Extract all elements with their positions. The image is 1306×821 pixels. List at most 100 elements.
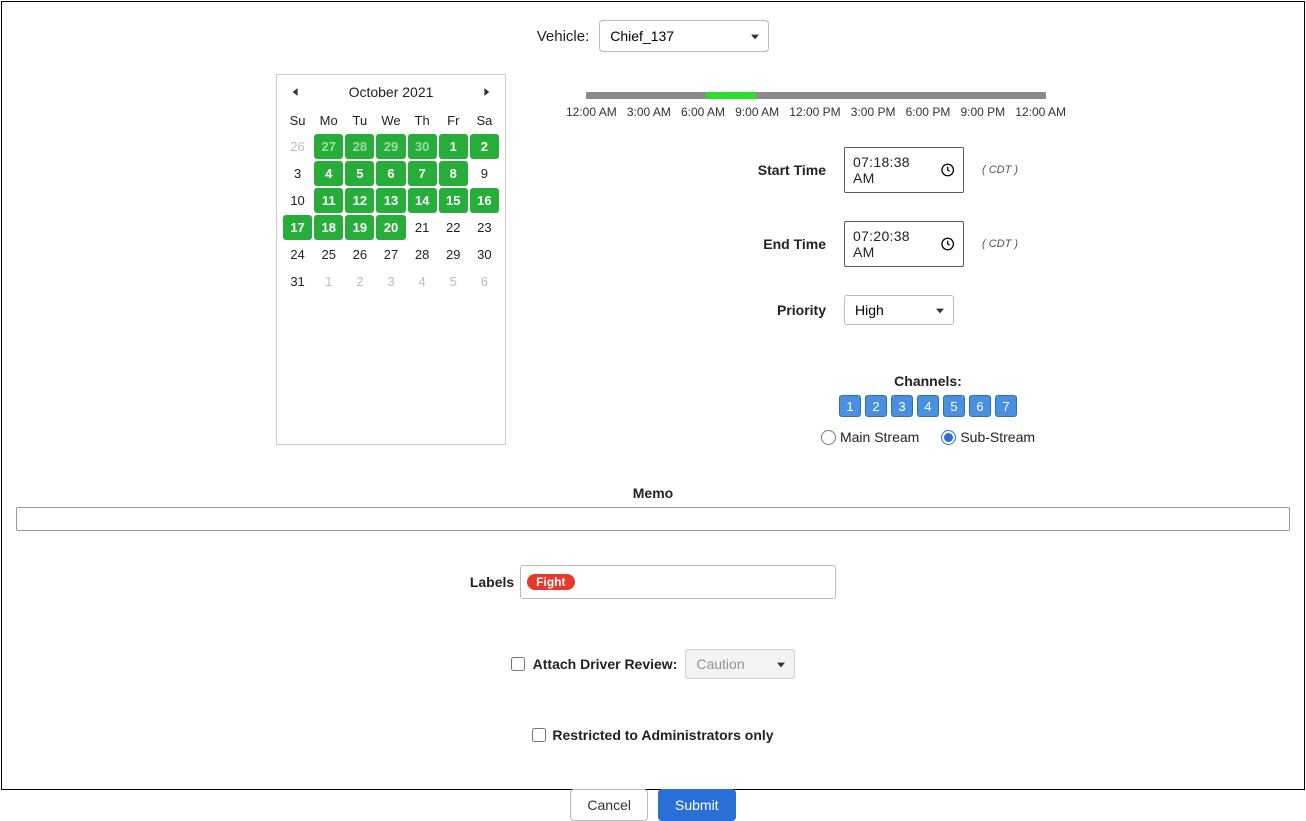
labels-label: Labels	[470, 574, 514, 590]
end-time-input[interactable]: 07:20:38 AM	[844, 221, 964, 267]
channel-button[interactable]: 2	[865, 395, 887, 417]
calendar-next-button[interactable]	[477, 83, 495, 101]
calendar-day[interactable]: 4	[408, 269, 437, 294]
channel-button[interactable]: 4	[917, 395, 939, 417]
start-time-input[interactable]: 07:18:38 AM	[844, 147, 964, 193]
calendar-day[interactable]: 19	[345, 215, 374, 240]
calendar-day[interactable]: 16	[470, 188, 499, 213]
calendar-day[interactable]: 29	[439, 242, 468, 267]
calendar-day[interactable]: 30	[408, 134, 437, 159]
calendar-day[interactable]: 6	[470, 269, 499, 294]
timeline-bar[interactable]	[586, 92, 1046, 99]
calendar-day[interactable]: 3	[283, 161, 312, 186]
time-column: 12:00 AM3:00 AM6:00 AM9:00 AM12:00 PM3:0…	[566, 74, 1290, 445]
memo-block: Memo	[16, 485, 1290, 531]
timeline-tick: 12:00 PM	[789, 105, 840, 119]
sub-stream-label: Sub-Stream	[960, 429, 1035, 445]
channel-button[interactable]: 6	[969, 395, 991, 417]
calendar-day[interactable]: 29	[376, 134, 405, 159]
calendar-day[interactable]: 22	[439, 215, 468, 240]
calendar-day[interactable]: 1	[439, 134, 468, 159]
restrict-label: Restricted to Administrators only	[552, 727, 773, 743]
clock-icon	[940, 236, 955, 252]
stream-row: Main Stream Sub-Stream	[566, 429, 1290, 445]
timeline-tick: 3:00 AM	[627, 105, 671, 119]
end-time-tz: ( CDT )	[982, 238, 1018, 250]
calendar-dow: We	[376, 109, 405, 132]
calendar-day[interactable]: 12	[345, 188, 374, 213]
end-time-row: End Time 07:20:38 AM ( CDT )	[566, 221, 1290, 267]
calendar-day[interactable]: 31	[283, 269, 312, 294]
channels-label: Channels:	[566, 373, 1290, 389]
timeline-segment	[706, 92, 757, 99]
calendar-day[interactable]: 18	[314, 215, 343, 240]
calendar-day[interactable]: 26	[283, 134, 312, 159]
calendar-grid: SuMoTuWeThFrSa26272829301234567891011121…	[277, 109, 505, 294]
calendar-day[interactable]: 23	[470, 215, 499, 240]
cancel-button[interactable]: Cancel	[570, 789, 648, 821]
memo-label: Memo	[16, 485, 1290, 501]
memo-input[interactable]	[16, 507, 1290, 531]
attach-checkbox[interactable]	[511, 657, 525, 671]
vehicle-label: Vehicle:	[537, 28, 590, 45]
channel-button[interactable]: 5	[943, 395, 965, 417]
calendar-dow: Sa	[470, 109, 499, 132]
clock-icon	[940, 162, 955, 178]
vehicle-select[interactable]: Chief_137	[599, 20, 769, 52]
channel-button[interactable]: 7	[995, 395, 1017, 417]
channel-button[interactable]: 3	[891, 395, 913, 417]
sub-stream-radio[interactable]	[941, 430, 956, 445]
label-tag[interactable]: Fight	[527, 574, 574, 590]
timeline-tick: 9:00 PM	[960, 105, 1005, 119]
priority-select[interactable]: High	[844, 295, 954, 325]
calendar-day[interactable]: 13	[376, 188, 405, 213]
calendar-day[interactable]: 2	[470, 134, 499, 159]
main-stream-radio[interactable]	[821, 430, 836, 445]
start-time-row: Start Time 07:18:38 AM ( CDT )	[566, 147, 1290, 193]
labels-input[interactable]: Fight	[520, 565, 836, 599]
calendar-day[interactable]: 4	[314, 161, 343, 186]
calendar-day[interactable]: 28	[345, 134, 374, 159]
calendar-day[interactable]: 3	[376, 269, 405, 294]
end-time-value: 07:20:38 AM	[853, 228, 932, 260]
calendar-day[interactable]: 11	[314, 188, 343, 213]
calendar-dow: Su	[283, 109, 312, 132]
priority-select-wrap: High	[844, 295, 954, 325]
calendar-day[interactable]: 28	[408, 242, 437, 267]
calendar-day[interactable]: 5	[439, 269, 468, 294]
calendar: October 2021 SuMoTuWeThFrSa2627282930123…	[276, 74, 506, 445]
calendar-day[interactable]: 7	[408, 161, 437, 186]
calendar-day[interactable]: 14	[408, 188, 437, 213]
vehicle-row: Vehicle: Chief_137	[16, 20, 1290, 52]
calendar-dow: Th	[408, 109, 437, 132]
calendar-day[interactable]: 5	[345, 161, 374, 186]
restrict-checkbox[interactable]	[532, 728, 546, 742]
calendar-day[interactable]: 27	[314, 134, 343, 159]
calendar-day[interactable]: 10	[283, 188, 312, 213]
calendar-day[interactable]: 27	[376, 242, 405, 267]
calendar-day[interactable]: 1	[314, 269, 343, 294]
calendar-day[interactable]: 9	[470, 161, 499, 186]
calendar-day[interactable]: 24	[283, 242, 312, 267]
calendar-day[interactable]: 17	[283, 215, 312, 240]
calendar-day[interactable]: 26	[345, 242, 374, 267]
calendar-day[interactable]: 15	[439, 188, 468, 213]
calendar-day[interactable]: 20	[376, 215, 405, 240]
calendar-dow: Tu	[345, 109, 374, 132]
calendar-day[interactable]: 6	[376, 161, 405, 186]
attach-select[interactable]: Caution	[685, 649, 795, 679]
submit-button[interactable]: Submit	[658, 789, 736, 821]
calendar-day[interactable]: 21	[408, 215, 437, 240]
sub-stream-option[interactable]: Sub-Stream	[941, 429, 1035, 445]
calendar-day[interactable]: 2	[345, 269, 374, 294]
timeline-tick: 6:00 AM	[681, 105, 725, 119]
calendar-prev-button[interactable]	[287, 83, 305, 101]
channel-buttons: 1234567	[839, 395, 1017, 417]
priority-label: Priority	[566, 302, 826, 318]
calendar-day[interactable]: 8	[439, 161, 468, 186]
main-stream-label: Main Stream	[840, 429, 919, 445]
calendar-day[interactable]: 30	[470, 242, 499, 267]
main-stream-option[interactable]: Main Stream	[821, 429, 919, 445]
calendar-day[interactable]: 25	[314, 242, 343, 267]
channel-button[interactable]: 1	[839, 395, 861, 417]
